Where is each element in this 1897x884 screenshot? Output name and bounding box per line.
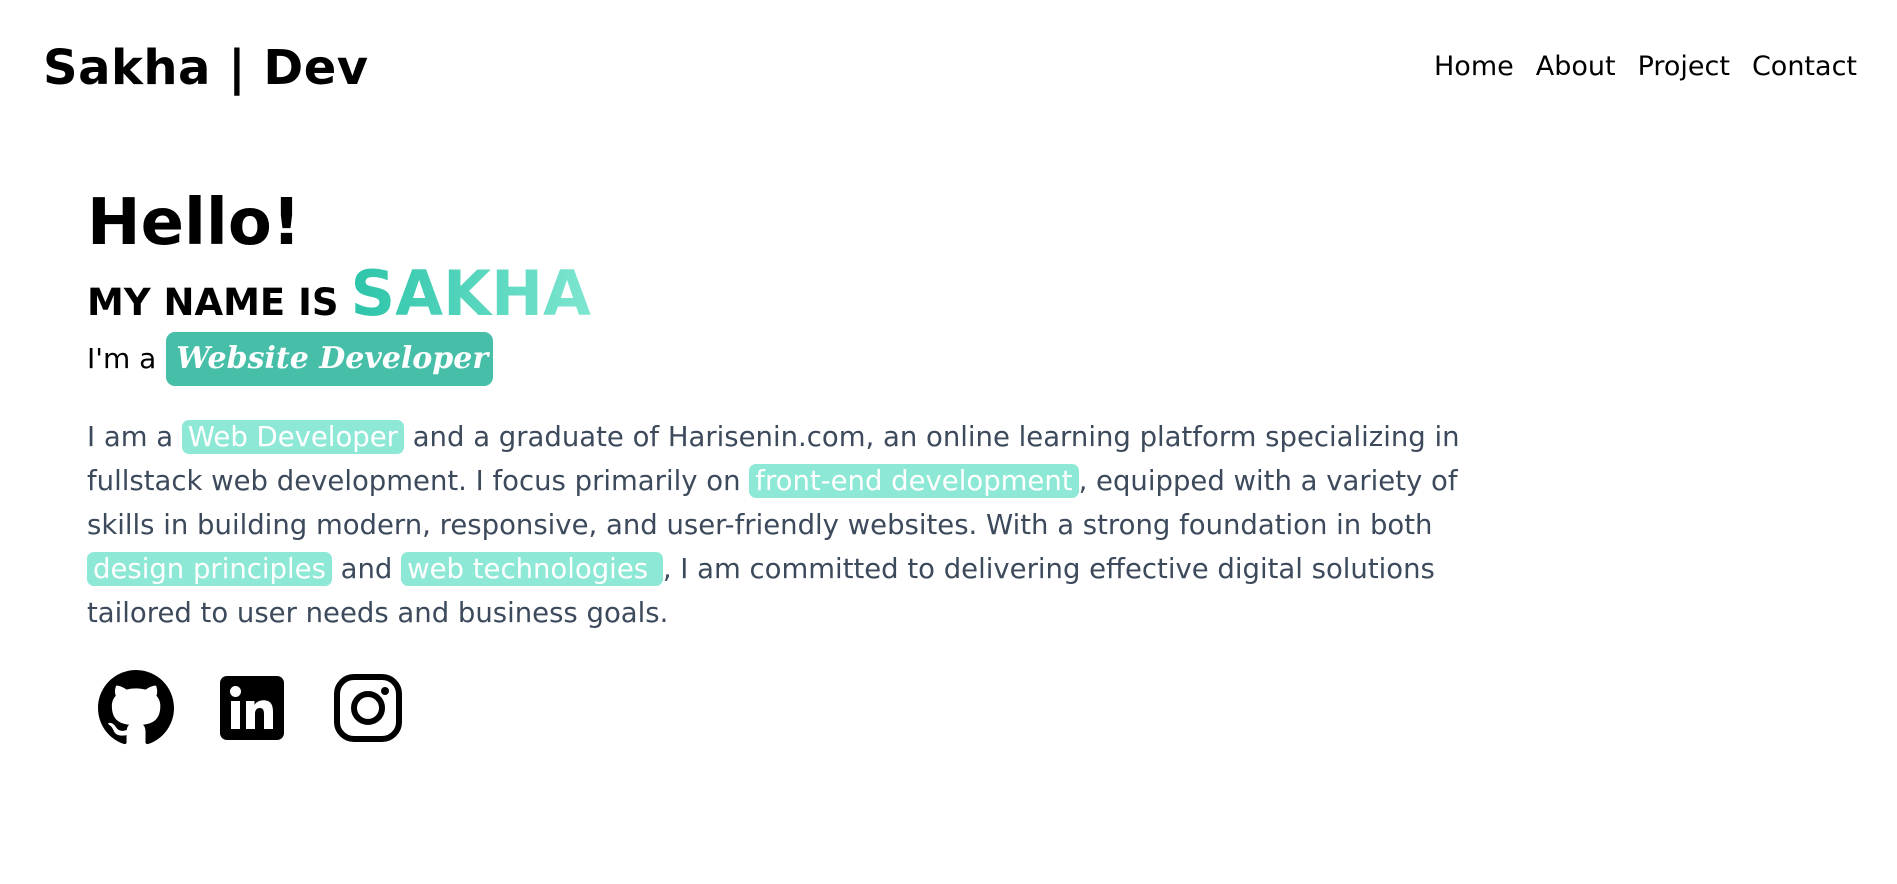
linkedin-icon: [220, 676, 284, 740]
nav-link-home[interactable]: Home: [1434, 50, 1514, 84]
nav-link-about[interactable]: About: [1536, 50, 1616, 84]
name-prefix: MY NAME IS: [87, 281, 339, 324]
highlight-web-developer: Web Developer: [181, 420, 404, 454]
role-line: I'm a Website Developer: [87, 331, 1487, 387]
name-highlight: SAKHA: [350, 257, 592, 330]
navbar: Sakha | Dev Home About Project Contact: [0, 0, 1897, 136]
bio-paragraph: I am a Web Developer and a graduate of H…: [87, 415, 1487, 635]
highlight-front-end-development: front-end development: [749, 464, 1079, 498]
instagram-link[interactable]: [330, 670, 406, 746]
name-line: MY NAME IS SAKHA: [87, 259, 1487, 329]
nav-link-project[interactable]: Project: [1638, 50, 1730, 84]
github-icon: [98, 670, 174, 745]
hero-section: Hello! MY NAME IS SAKHA I'm a Website De…: [87, 185, 1487, 635]
highlight-web-technologies: web technologies: [401, 552, 663, 586]
social-links: [98, 670, 406, 746]
highlight-design-principles: design principles: [87, 552, 332, 586]
instagram-icon: [334, 674, 402, 742]
role-badge: Website Developer: [166, 332, 494, 386]
bio-text: I am a: [87, 421, 182, 453]
brand-logo[interactable]: Sakha | Dev: [43, 38, 369, 98]
nav-links: Home About Project Contact: [1434, 50, 1857, 84]
github-link[interactable]: [98, 670, 174, 746]
nav-link-contact[interactable]: Contact: [1752, 50, 1857, 84]
bio-text: and: [331, 553, 402, 585]
role-prefix: I'm a: [87, 342, 157, 375]
greeting-heading: Hello!: [87, 186, 301, 260]
linkedin-link[interactable]: [214, 670, 290, 746]
